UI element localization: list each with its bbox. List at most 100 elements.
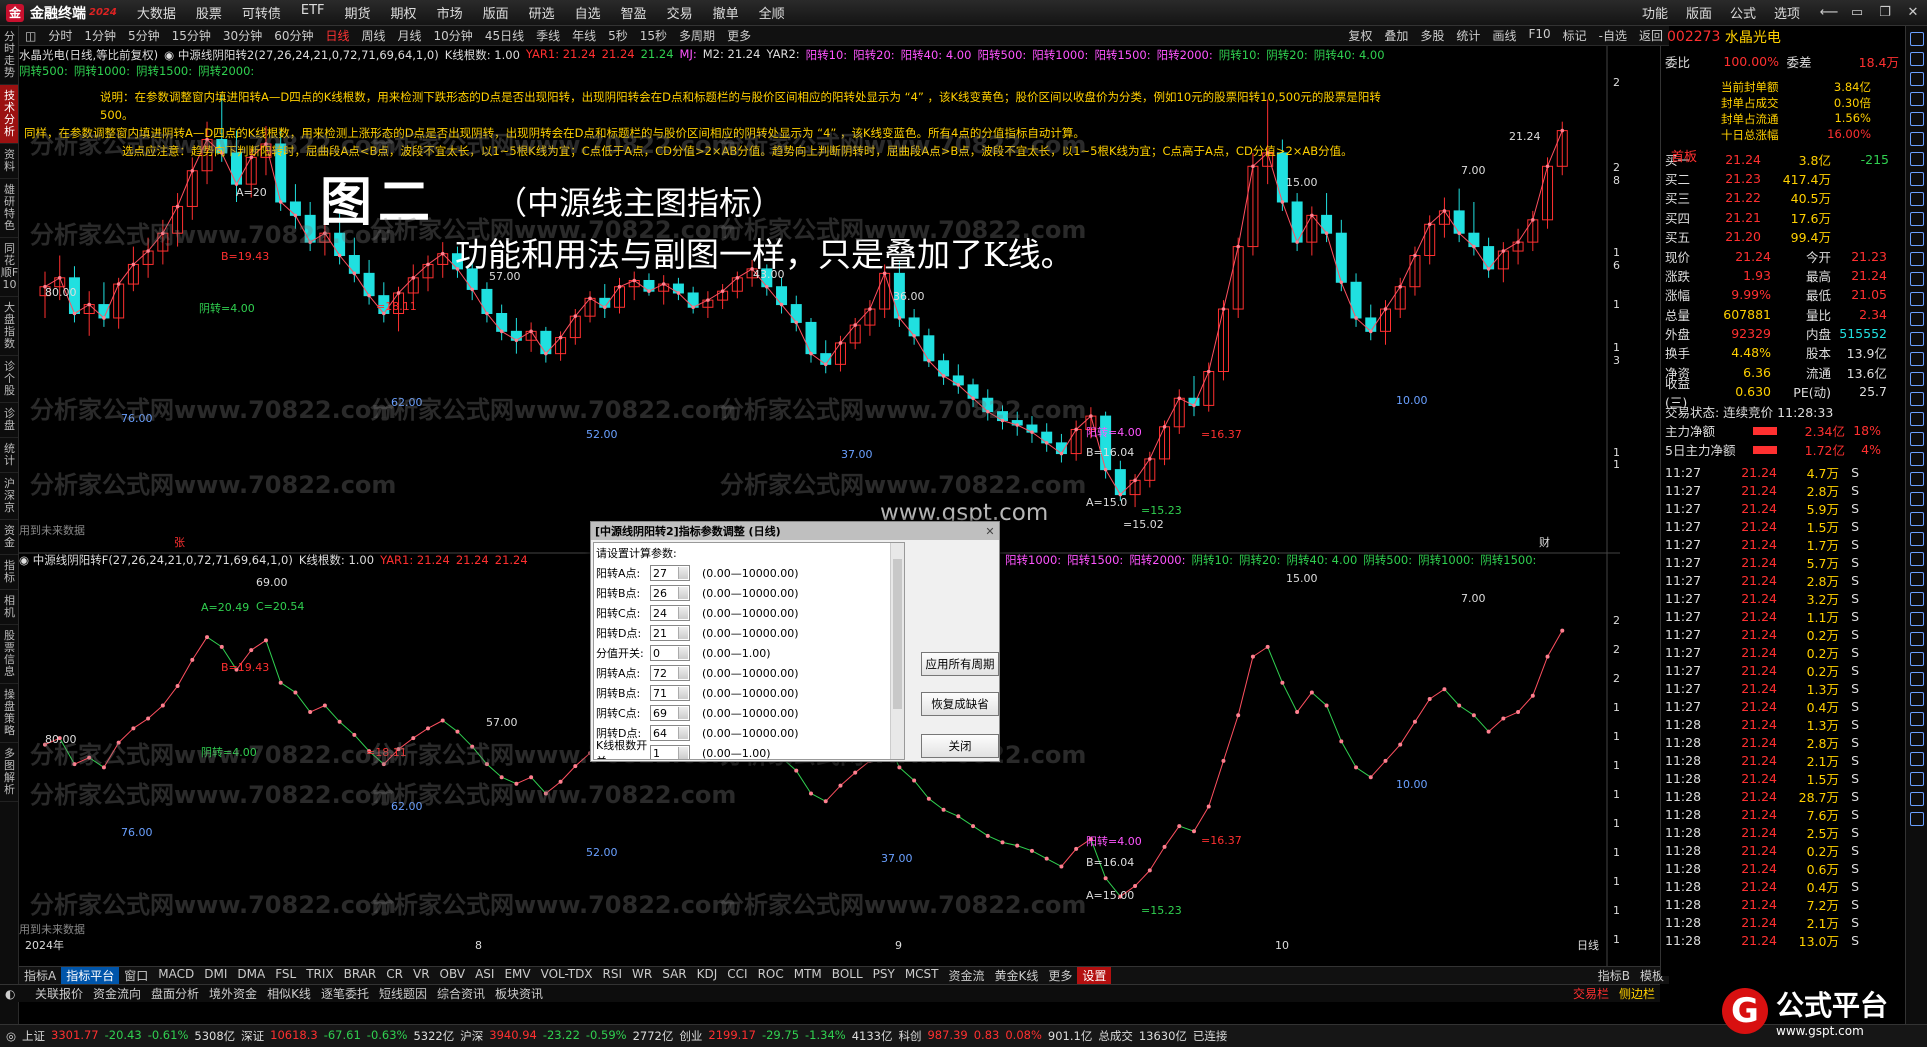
tool-icon[interactable] — [1910, 132, 1924, 146]
restore-default-button[interactable]: 恢复成缺省 — [921, 692, 999, 716]
indicator-tab[interactable]: WR — [627, 967, 657, 984]
period-tab[interactable]: 分时 — [42, 27, 78, 44]
toolbar-right-button[interactable]: 多股 — [1414, 27, 1450, 44]
param-input[interactable]: 24 — [650, 605, 690, 621]
indicator-tab[interactable]: RSI — [598, 967, 628, 984]
tool-icon[interactable] — [1910, 192, 1924, 206]
left-tab[interactable]: 雄研特色 — [0, 179, 18, 238]
left-tab[interactable]: 资金 — [0, 520, 18, 555]
toggle-switch-icon[interactable]: ◐ — [0, 987, 30, 1001]
tool-icon[interactable] — [1910, 372, 1924, 386]
param-input[interactable]: 64 — [650, 725, 690, 741]
info-tab[interactable]: 关联报价 — [30, 985, 88, 1002]
menu-right-item[interactable]: 功能 — [1633, 3, 1677, 22]
sub-indicator-toggle-icon[interactable]: ◉ — [19, 553, 33, 567]
indicator-tab[interactable]: BOLL — [827, 967, 868, 984]
tool-icon[interactable] — [1910, 332, 1924, 346]
tool-icon[interactable] — [1910, 52, 1924, 66]
tool-icon[interactable] — [1910, 252, 1924, 266]
menu-item[interactable]: ETF — [291, 3, 335, 22]
toolbar-right-button[interactable]: F10 — [1522, 27, 1556, 44]
param-input[interactable]: 71 — [650, 685, 690, 701]
tool-icon[interactable] — [1910, 812, 1924, 826]
indicator-tab[interactable]: 更多 — [1043, 967, 1077, 984]
dialog-close-button[interactable]: 关闭 — [921, 734, 999, 758]
indicator-tab[interactable]: 指标A — [19, 967, 61, 984]
period-tab[interactable]: 季线 — [530, 27, 566, 44]
tool-icon[interactable] — [1910, 172, 1924, 186]
indicator-tab[interactable]: ROC — [753, 967, 789, 984]
tool-icon[interactable] — [1910, 532, 1924, 546]
tool-icon[interactable] — [1910, 472, 1924, 486]
tool-icon[interactable] — [1910, 632, 1924, 646]
indicator-tab[interactable]: VOL-TDX — [536, 967, 598, 984]
close-icon[interactable]: ✕ — [1899, 5, 1927, 20]
tool-icon[interactable] — [1910, 512, 1924, 526]
info-right-tab[interactable]: 侧边栏 — [1614, 985, 1660, 1002]
left-tab[interactable]: 指标 — [0, 555, 18, 590]
menu-item[interactable]: 市场 — [427, 3, 473, 22]
sub-indicator-name[interactable]: 中源线阴阳转F(27,26,24,21,0,72,71,69,64,1,0) — [33, 552, 293, 568]
apply-all-periods-button[interactable]: 应用所有周期 — [921, 652, 999, 676]
menu-item[interactable]: 交易 — [657, 3, 703, 22]
tool-icon[interactable] — [1910, 732, 1924, 746]
indicator-tab[interactable]: 窗口 — [119, 967, 153, 984]
tool-icon[interactable] — [1910, 432, 1924, 446]
left-tab[interactable]: 股票信息 — [0, 625, 18, 684]
menu-item[interactable]: 自选 — [565, 3, 611, 22]
param-input[interactable]: 27 — [650, 565, 690, 581]
indicator-tab[interactable]: DMA — [232, 967, 270, 984]
restore-icon[interactable]: ▭ — [1843, 5, 1871, 20]
indicator-right-tab[interactable]: 指标B — [1593, 967, 1635, 984]
tool-icon[interactable] — [1910, 272, 1924, 286]
param-input[interactable]: 72 — [650, 665, 690, 681]
period-tab[interactable]: 15分钟 — [166, 27, 217, 44]
tool-icon[interactable] — [1910, 412, 1924, 426]
menu-item[interactable]: 可转债 — [232, 3, 291, 22]
indicator-tab[interactable]: TRIX — [301, 967, 338, 984]
left-tab[interactable]: 操盘策略 — [0, 684, 18, 743]
dialog-scroll-thumb[interactable] — [893, 559, 902, 709]
info-tab[interactable]: 相似K线 — [262, 985, 316, 1002]
tool-icon[interactable] — [1910, 92, 1924, 106]
tool-icon[interactable] — [1910, 652, 1924, 666]
menu-item[interactable]: 期货 — [335, 3, 381, 22]
tool-icon[interactable] — [1910, 112, 1924, 126]
tool-icon[interactable] — [1910, 152, 1924, 166]
tool-icon[interactable] — [1910, 392, 1924, 406]
tool-icon[interactable] — [1910, 592, 1924, 606]
left-tab[interactable]: 分时走势 — [0, 26, 18, 85]
dialog-titlebar[interactable]: [中源线阴阳转2]指标参数调整 (日线) ✕ — [591, 522, 999, 540]
toolbar-right-button[interactable]: 复权 — [1342, 27, 1378, 44]
maximize-icon[interactable]: ❐ — [1871, 5, 1899, 20]
tool-icon[interactable] — [1910, 692, 1924, 706]
left-tab[interactable]: 技术分析 — [0, 85, 18, 144]
info-tab[interactable]: 资金流向 — [88, 985, 146, 1002]
tool-icon[interactable] — [1910, 672, 1924, 686]
period-tab[interactable]: 周线 — [356, 27, 392, 44]
indicator-tab[interactable]: FSL — [270, 967, 301, 984]
info-tab[interactable]: 综合资讯 — [432, 985, 490, 1002]
period-tab[interactable]: 5分钟 — [122, 27, 166, 44]
toolbar-right-button[interactable]: 标记 — [1557, 27, 1593, 44]
left-tab[interactable]: 诊个股 — [0, 356, 18, 403]
period-tab[interactable]: 更多 — [721, 27, 757, 44]
tool-icon[interactable] — [1910, 452, 1924, 466]
info-tab[interactable]: 板块资讯 — [490, 985, 548, 1002]
left-tab[interactable]: 同花顺F10 — [0, 238, 18, 297]
tool-icon[interactable] — [1910, 312, 1924, 326]
indicator-tab[interactable]: 资金流 — [944, 967, 990, 984]
dialog-scrollbar[interactable] — [890, 543, 904, 759]
indicator-tab[interactable]: BRAR — [339, 967, 382, 984]
left-tab[interactable]: 沪深京 — [0, 473, 18, 520]
menu-right-item[interactable]: 版面 — [1677, 3, 1721, 22]
left-tab[interactable]: 多图解析 — [0, 743, 18, 802]
indicator-tab[interactable]: SAR — [657, 967, 691, 984]
indicator-tab[interactable]: DMI — [199, 967, 232, 984]
period-tab[interactable]: 60分钟 — [268, 27, 319, 44]
info-tab[interactable]: 逐笔委托 — [316, 985, 374, 1002]
indicator-tab[interactable]: ASI — [470, 967, 499, 984]
tool-icon[interactable] — [1910, 772, 1924, 786]
tool-icon[interactable] — [1910, 72, 1924, 86]
indicator-tab[interactable]: 黄金K线 — [990, 967, 1044, 984]
